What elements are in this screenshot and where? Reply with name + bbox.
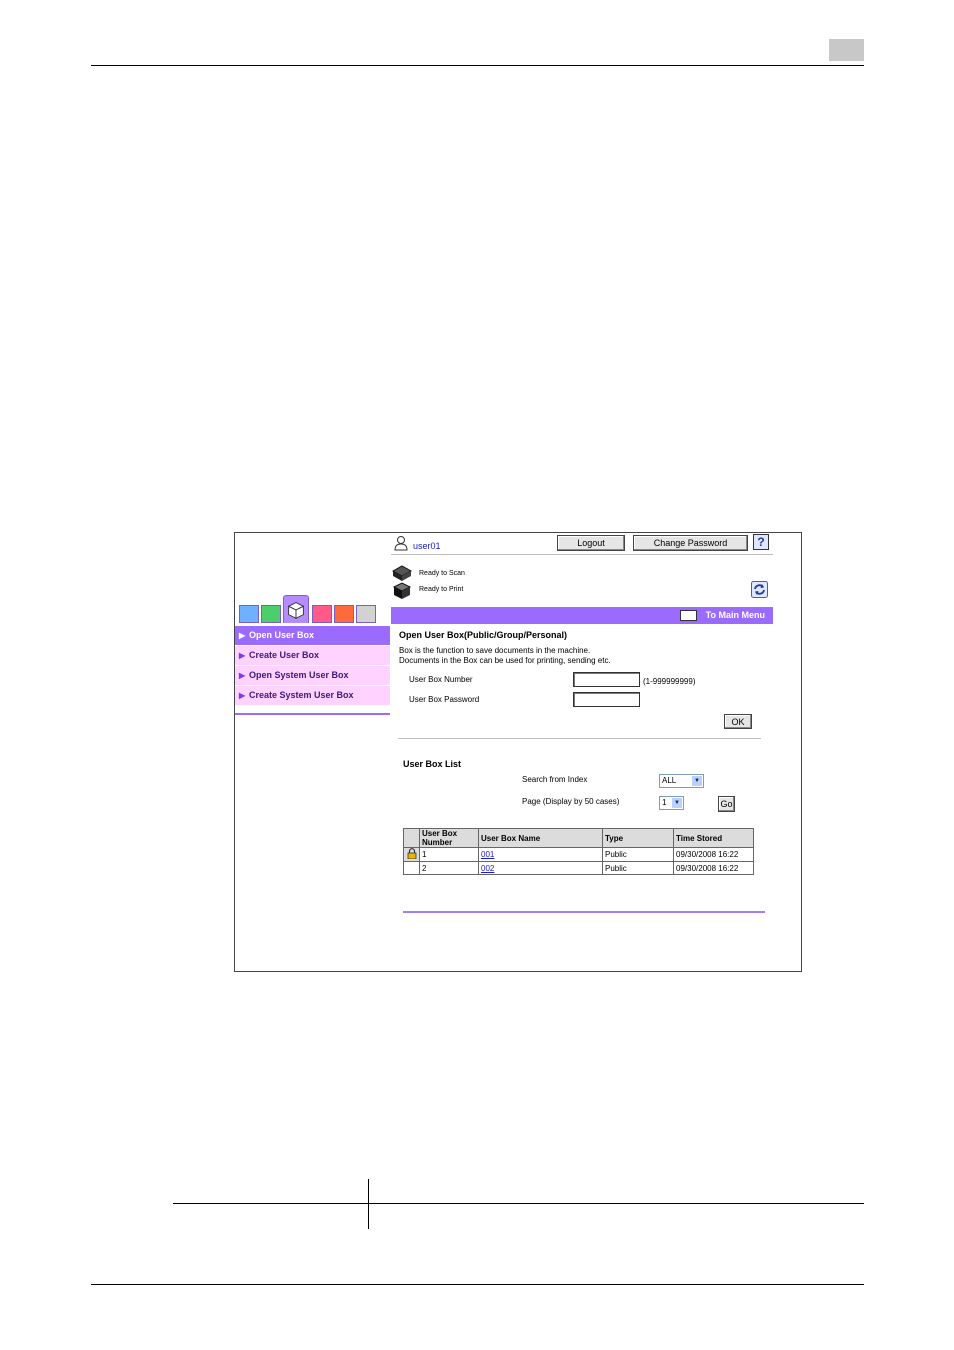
user-box-table: User Box Number User Box Name Type Time … (403, 828, 754, 875)
page-select[interactable]: 1 ▼ (659, 796, 684, 810)
open-user-box-title: Open User Box(Public/Group/Personal) (399, 630, 568, 640)
column-header-time: Time Stored (673, 828, 754, 848)
sidebar-item-create-system-user-box[interactable]: ▶ Create System User Box (235, 686, 390, 705)
box-name-cell: 001 (478, 847, 603, 862)
table-row: 1 001 Public 09/30/2008 16:22 (403, 847, 754, 862)
help-icon[interactable]: ? (753, 534, 769, 550)
chevron-down-icon: ▼ (672, 798, 682, 808)
search-from-index-label: Search from Index (522, 775, 588, 784)
search-index-value: ALL (662, 776, 677, 785)
list-bottom-divider (403, 911, 765, 913)
user-box-password-input[interactable] (573, 692, 640, 707)
triangle-right-icon: ▶ (239, 691, 246, 700)
tab-settings-icon[interactable] (356, 605, 376, 623)
to-main-menu-link[interactable]: To Main Menu (706, 610, 765, 620)
sidebar-item-create-user-box[interactable]: ▶ Create User Box (235, 646, 390, 665)
pagescope-screenshot: user01 Logout Change Password ? Ready to… (234, 532, 802, 972)
tab-print-icon[interactable] (312, 605, 332, 623)
table-row: 2 002 Public 09/30/2008 16:22 (403, 861, 754, 875)
box-name-link[interactable]: 001 (481, 850, 494, 859)
user-name[interactable]: user01 (413, 541, 441, 551)
scanner-icon (391, 565, 413, 581)
user-box-number-input[interactable] (573, 672, 640, 687)
table-divider-horizontal (173, 1203, 864, 1204)
logout-button[interactable]: Logout (557, 535, 625, 551)
triangle-right-icon: ▶ (239, 671, 246, 680)
box-name-cell: 002 (478, 861, 603, 875)
tab-job-icon[interactable] (261, 605, 281, 623)
user-box-number-range: (1-999999999) (643, 677, 696, 686)
sidebar-divider (235, 713, 390, 715)
search-index-select[interactable]: ALL ▼ (659, 774, 704, 788)
description-line-1: Box is the function to save documents in… (399, 646, 591, 655)
column-header-type: Type (602, 828, 674, 848)
tab-information-icon[interactable] (239, 605, 259, 623)
box-type-cell: Public (602, 847, 674, 862)
column-header-name: User Box Name (478, 828, 603, 848)
user-icon (394, 536, 408, 551)
lock-cell (403, 847, 420, 862)
ok-button[interactable]: OK (724, 714, 752, 729)
main-menu-bar: To Main Menu (391, 607, 773, 624)
sidebar-item-label: Open User Box (249, 630, 315, 640)
footer-rule (91, 1284, 864, 1285)
table-divider-vertical (368, 1179, 369, 1229)
box-type-cell: Public (602, 861, 674, 875)
table-header-row: User Box Number User Box Name Type Time … (403, 828, 754, 848)
printer-icon (392, 582, 412, 599)
refresh-icon[interactable] (751, 581, 768, 598)
triangle-right-icon: ▶ (239, 631, 246, 640)
page-select-value: 1 (662, 798, 667, 807)
box-time-cell: 09/30/2008 16:22 (673, 861, 754, 875)
page-display-label: Page (Display by 50 cases) (522, 797, 620, 806)
sidebar-item-open-user-box[interactable]: ▶ Open User Box (235, 626, 390, 645)
lock-cell (403, 861, 420, 875)
box-number-cell: 2 (419, 861, 479, 875)
tab-box-icon[interactable] (283, 595, 309, 623)
triangle-right-icon: ▶ (239, 651, 246, 660)
chevron-down-icon: ▼ (692, 776, 702, 786)
box-name-link[interactable]: 002 (481, 864, 494, 873)
lock-column-header (403, 828, 420, 848)
sidebar-item-label: Create System User Box (249, 690, 354, 700)
page-number-box (829, 39, 864, 61)
column-header-number: User Box Number (419, 828, 479, 848)
scan-status: Ready to Scan (419, 570, 465, 577)
section-divider (398, 738, 761, 739)
lock-icon (407, 848, 416, 860)
go-button[interactable]: Go (718, 796, 735, 812)
description-line-2: Documents in the Box can be used for pri… (399, 656, 611, 665)
change-password-button[interactable]: Change Password (633, 535, 748, 551)
main-menu-icon[interactable] (680, 610, 697, 621)
user-box-password-label: User Box Password (409, 695, 480, 704)
box-time-cell: 09/30/2008 16:22 (673, 847, 754, 862)
print-status: Ready to Print (419, 586, 464, 593)
user-box-list-title: User Box List (403, 759, 462, 769)
user-box-number-label: User Box Number (409, 675, 473, 684)
sidebar-item-open-system-user-box[interactable]: ▶ Open System User Box (235, 666, 390, 685)
sidebar-item-label: Open System User Box (249, 670, 349, 680)
sidebar-item-label: Create User Box (249, 650, 320, 660)
tab-fax-icon[interactable] (334, 605, 354, 623)
box-number-cell: 1 (419, 847, 479, 862)
header-rule (91, 65, 864, 66)
